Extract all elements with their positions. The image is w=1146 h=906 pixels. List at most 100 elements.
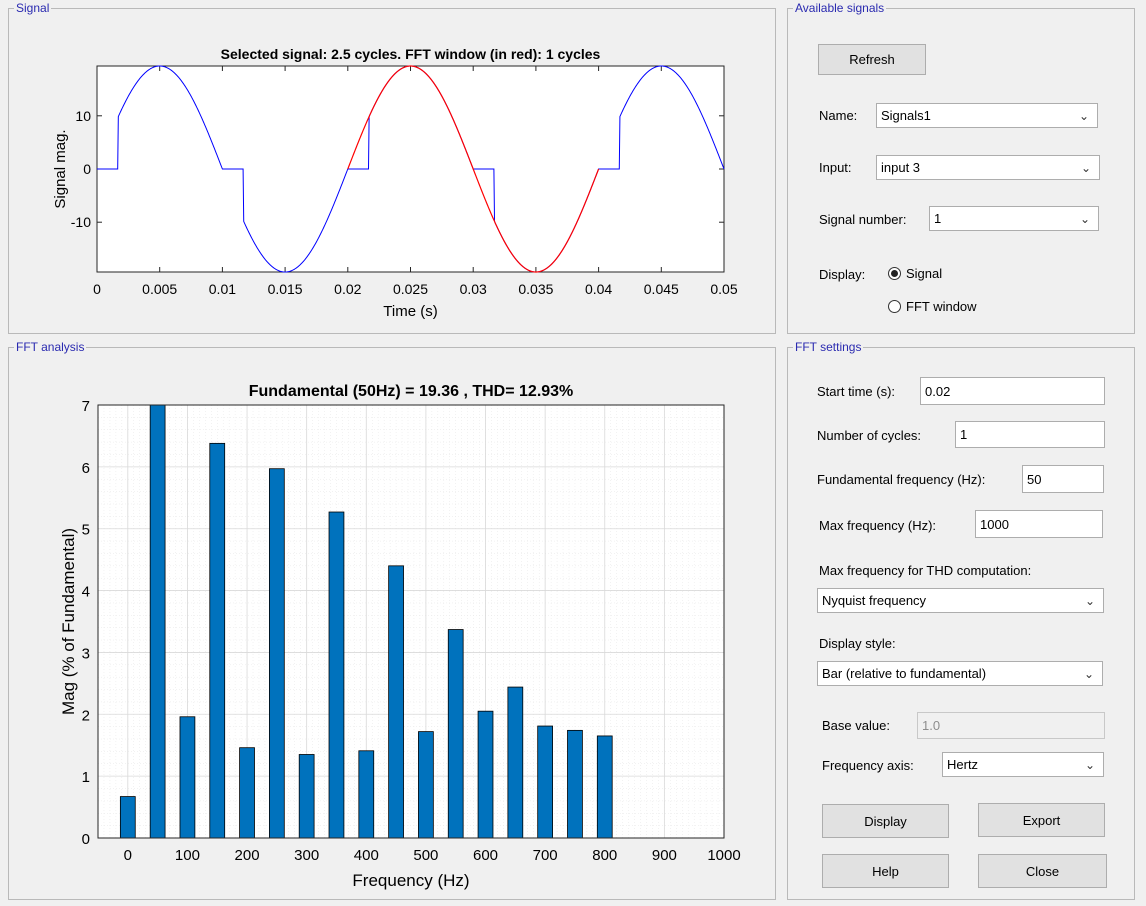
signal-number-value: 1: [934, 211, 942, 226]
chevron-down-icon: ⌄: [1084, 593, 1096, 608]
fft-bar: [477, 710, 494, 839]
signal-plot: Selected signal: 2.5 cycles. FFT window …: [52, 46, 738, 320]
thd-max-frequency-label: Max frequency for THD computation:: [819, 563, 1032, 578]
x-tick-label: 900: [652, 847, 677, 864]
fft-bar: [149, 404, 166, 839]
fft-bar: [179, 716, 196, 839]
fft-bar: [239, 747, 255, 839]
x-tick-label: 0.005: [142, 281, 177, 297]
fft-bar: [507, 686, 524, 839]
radio-unselected-icon: [888, 300, 901, 313]
chevron-down-icon: ⌄: [1080, 160, 1092, 175]
signal-number-select[interactable]: 1 ⌄: [929, 206, 1099, 231]
fft-bar: [567, 729, 583, 839]
x-tick-label: 200: [235, 847, 260, 864]
input-label: Input:: [819, 160, 852, 175]
y-tick-label: 3: [82, 645, 90, 662]
display-label: Display:: [819, 267, 866, 282]
start-time-label: Start time (s):: [817, 384, 896, 399]
frequency-axis-select[interactable]: Hertz ⌄: [942, 752, 1104, 777]
signal-number-label: Signal number:: [819, 212, 907, 227]
y-tick-label: 2: [82, 707, 90, 724]
y-tick-label: 7: [82, 398, 90, 415]
fft-y-axis-label: Mag (% of Fundamental): [59, 528, 78, 715]
x-tick-label: 400: [354, 847, 379, 864]
close-button[interactable]: Close: [978, 854, 1107, 888]
fft-bar: [596, 735, 613, 839]
x-tick-label: 600: [473, 847, 498, 864]
y-tick-label: 10: [75, 108, 91, 124]
chevron-down-icon: ⌄: [1083, 666, 1095, 681]
fft-bar: [447, 629, 464, 839]
frequency-axis-label: Frequency axis:: [822, 758, 914, 773]
input-select-value: input 3: [881, 160, 921, 175]
y-tick-label: 6: [82, 460, 90, 477]
fft-bar: [388, 565, 404, 839]
display-style-select[interactable]: Bar (relative to fundamental) ⌄: [817, 661, 1103, 686]
base-value-label: Base value:: [822, 718, 890, 733]
fft-x-axis-label: Frequency (Hz): [352, 871, 469, 890]
fundamental-frequency-label: Fundamental frequency (Hz):: [817, 472, 986, 487]
display-fft-window-radio[interactable]: FFT window: [888, 299, 977, 314]
fft-bar: [119, 796, 136, 839]
display-button[interactable]: Display: [822, 804, 949, 838]
x-tick-label: 0.035: [518, 281, 553, 297]
display-signal-label: Signal: [906, 266, 943, 281]
x-tick-label: 0.045: [644, 281, 679, 297]
x-tick-label: 0.025: [393, 281, 428, 297]
name-select[interactable]: Signals1 ⌄: [876, 103, 1098, 128]
thd-max-frequency-value: Nyquist frequency: [822, 593, 927, 608]
display-signal-radio[interactable]: Signal: [888, 266, 942, 281]
x-tick-label: 300: [294, 847, 319, 864]
start-time-input[interactable]: 0.02: [920, 377, 1105, 405]
fft-bar: [209, 442, 226, 839]
fft-bar: [298, 754, 315, 839]
frequency-axis-value: Hertz: [947, 757, 979, 772]
y-tick-label: 4: [82, 584, 90, 601]
fft-bar: [358, 750, 375, 839]
chevron-down-icon: ⌄: [1078, 108, 1090, 123]
fft-chart-title: Fundamental (50Hz) = 19.36 , THD= 12.93%: [249, 383, 574, 400]
number-of-cycles-label: Number of cycles:: [817, 428, 922, 443]
fft-bar: [328, 511, 345, 839]
refresh-button[interactable]: Refresh: [818, 44, 926, 75]
y-tick-label: -10: [71, 214, 91, 230]
x-tick-label: 0.01: [209, 281, 236, 297]
fundamental-frequency-input[interactable]: 50: [1022, 465, 1104, 493]
x-tick-label: 1000: [707, 847, 740, 864]
available-signals-title: Available signals: [793, 1, 887, 15]
x-tick-label: 0.015: [268, 281, 303, 297]
x-tick-label: 0.05: [710, 281, 737, 297]
signal-x-axis-label: Time (s): [383, 303, 437, 320]
y-tick-label: 5: [82, 522, 90, 539]
chevron-down-icon: ⌄: [1079, 211, 1091, 226]
x-tick-label: 800: [592, 847, 617, 864]
max-frequency-input[interactable]: 1000: [975, 510, 1103, 538]
y-tick-label: 1: [82, 769, 90, 786]
fft-bar-chart: 0 100 200 300 400 500 600 700 800 900 1000 0 1 2 3 4 5 6 7…: [59, 383, 741, 890]
thd-max-frequency-select[interactable]: Nyquist frequency ⌄: [817, 588, 1104, 613]
x-tick-label: 0.02: [334, 281, 361, 297]
y-tick-label: 0: [82, 831, 90, 848]
input-select[interactable]: input 3 ⌄: [876, 155, 1100, 180]
display-style-value: Bar (relative to fundamental): [822, 666, 987, 681]
name-select-value: Signals1: [881, 108, 931, 123]
y-tick-label: 0: [83, 161, 91, 177]
name-label: Name:: [819, 108, 858, 123]
base-value-input: 1.0: [917, 712, 1105, 739]
number-of-cycles-input[interactable]: 1: [955, 421, 1105, 448]
fft-bar: [537, 725, 553, 839]
chevron-down-icon: ⌄: [1084, 757, 1096, 772]
export-button[interactable]: Export: [978, 803, 1105, 837]
radio-selected-icon: [888, 267, 901, 280]
display-style-label: Display style:: [819, 636, 896, 651]
fft-bar: [418, 731, 434, 839]
max-frequency-label: Max frequency (Hz):: [819, 518, 937, 533]
x-tick-label: 0: [93, 281, 101, 297]
fft-bar: [268, 468, 285, 839]
help-button[interactable]: Help: [822, 854, 949, 888]
fft-settings-title: FFT settings: [793, 340, 864, 354]
signal-plot-title: Selected signal: 2.5 cycles. FFT window …: [221, 46, 601, 62]
x-tick-label: 500: [413, 847, 438, 864]
x-tick-label: 0: [124, 847, 132, 864]
